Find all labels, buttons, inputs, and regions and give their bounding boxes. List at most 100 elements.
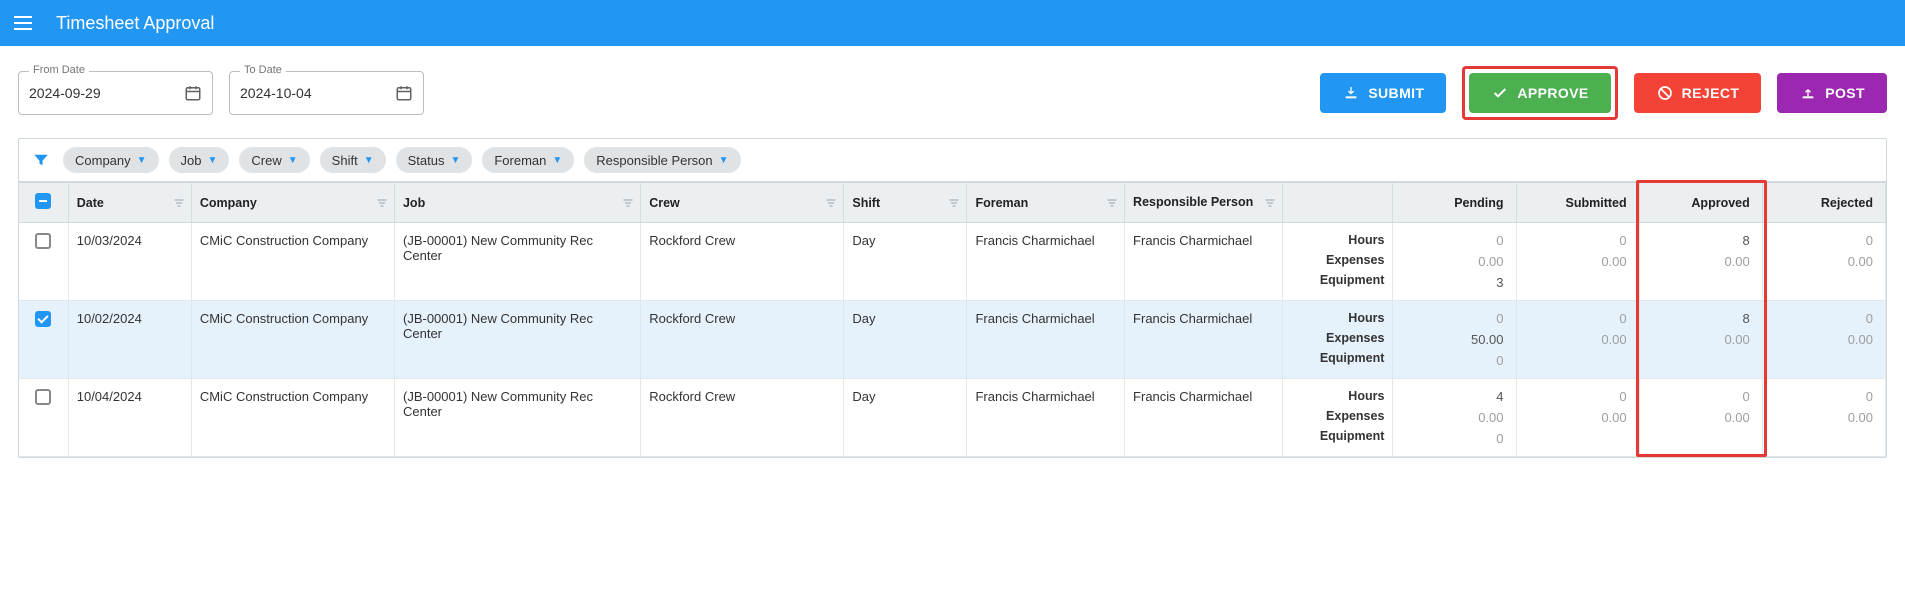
sort-icon [1106,197,1118,209]
chevron-down-icon: ▼ [288,155,298,166]
row-checkbox[interactable] [35,233,51,249]
chevron-down-icon: ▼ [364,155,374,166]
cell-shift: Day [844,301,967,379]
cell-foreman: Francis Charmichael [967,301,1125,379]
chip-status[interactable]: Status▼ [396,147,473,173]
col-company[interactable]: Company [191,183,394,223]
download-icon [1342,84,1360,102]
post-label: POST [1825,85,1865,101]
submit-button[interactable]: SUBMIT [1320,73,1446,113]
metric-cell: 80.00 [1639,301,1762,379]
from-date-input[interactable] [29,85,184,101]
row-checkbox[interactable] [35,311,51,327]
menu-button[interactable] [14,11,38,35]
to-date-field[interactable]: To Date [229,71,424,115]
row-checkbox-cell[interactable] [19,301,68,379]
metric-cell: 00.00 [1516,301,1639,379]
chevron-down-icon: ▼ [719,155,729,166]
chip-shift[interactable]: Shift▼ [320,147,386,173]
calendar-icon[interactable] [395,84,413,102]
table-row[interactable]: 10/02/2024CMiC Construction Company(JB-0… [19,301,1886,379]
upload-icon [1799,84,1817,102]
chevron-down-icon: ▼ [208,155,218,166]
sort-icon [948,197,960,209]
row-checkbox-cell[interactable] [19,379,68,457]
approve-label: APPROVE [1517,85,1588,101]
row-checkbox-cell[interactable] [19,223,68,301]
cell-job: (JB-00001) New Community Rec Center [394,379,640,457]
metric-labels-cell: HoursExpensesEquipment [1282,379,1393,457]
metric-cell: 00.00 [1516,223,1639,301]
col-foreman[interactable]: Foreman [967,183,1125,223]
chip-foreman[interactable]: Foreman▼ [482,147,574,173]
col-approved[interactable]: Approved [1639,183,1762,223]
chevron-down-icon: ▼ [450,155,460,166]
sort-icon [622,197,634,209]
metric-labels-cell: HoursExpensesEquipment [1282,223,1393,301]
chip-responsible[interactable]: Responsible Person▼ [584,147,740,173]
sort-icon [173,197,185,209]
col-rejected[interactable]: Rejected [1762,183,1885,223]
chip-company[interactable]: Company▼ [63,147,159,173]
table-row[interactable]: 10/03/2024CMiC Construction Company(JB-0… [19,223,1886,301]
metric-cell: 00.00 [1762,223,1885,301]
cell-foreman: Francis Charmichael [967,379,1125,457]
cell-responsible: Francis Charmichael [1125,379,1283,457]
from-date-field[interactable]: From Date [18,71,213,115]
approve-highlight: APPROVE [1462,66,1617,120]
metric-cell: 00.00 [1762,379,1885,457]
approve-button[interactable]: APPROVE [1469,73,1610,113]
cell-shift: Day [844,223,967,301]
to-date-label: To Date [240,64,286,76]
col-submitted[interactable]: Submitted [1516,183,1639,223]
reject-label: REJECT [1682,85,1740,101]
metric-cell: 00.00 [1516,379,1639,457]
sort-icon [1264,197,1276,209]
row-checkbox[interactable] [35,389,51,405]
metric-cell: 80.00 [1639,223,1762,301]
cell-company: CMiC Construction Company [191,379,394,457]
cell-crew: Rockford Crew [641,379,844,457]
to-date-input[interactable] [240,85,395,101]
cell-shift: Day [844,379,967,457]
filter-chip-row: Company▼ Job▼ Crew▼ Shift▼ Status▼ Forem… [19,139,1886,182]
col-shift[interactable]: Shift [844,183,967,223]
cell-responsible: Francis Charmichael [1125,301,1283,379]
cell-crew: Rockford Crew [641,223,844,301]
timesheet-table: Date Company Job Crew Shift Foreman Resp… [19,182,1886,457]
cell-job: (JB-00001) New Community Rec Center [394,223,640,301]
check-icon [1491,84,1509,102]
page-title: Timesheet Approval [56,13,214,34]
col-date[interactable]: Date [68,183,191,223]
chip-crew[interactable]: Crew▼ [239,147,309,173]
col-responsible[interactable]: Responsible Person [1125,183,1283,223]
content-area: From Date To Date SUBMIT [0,46,1905,468]
col-crew[interactable]: Crew [641,183,844,223]
from-date-label: From Date [29,64,89,76]
col-metric-labels [1282,183,1393,223]
cell-date: 10/03/2024 [68,223,191,301]
cancel-icon [1656,84,1674,102]
col-pending[interactable]: Pending [1393,183,1516,223]
cell-job: (JB-00001) New Community Rec Center [394,301,640,379]
filter-icon[interactable] [29,151,53,169]
calendar-icon[interactable] [184,84,202,102]
table-row[interactable]: 10/04/2024CMiC Construction Company(JB-0… [19,379,1886,457]
toolbar: From Date To Date SUBMIT [18,66,1887,120]
metric-cell: 00.00 [1639,379,1762,457]
metric-cell: 00.003 [1393,223,1516,301]
col-job[interactable]: Job [394,183,640,223]
cell-company: CMiC Construction Company [191,223,394,301]
sort-icon [376,197,388,209]
post-button[interactable]: POST [1777,73,1887,113]
reject-button[interactable]: REJECT [1634,73,1762,113]
metric-cell: 00.00 [1762,301,1885,379]
metric-cell: 050.000 [1393,301,1516,379]
cell-responsible: Francis Charmichael [1125,223,1283,301]
header-select-all[interactable] [19,183,68,223]
chip-job[interactable]: Job▼ [169,147,230,173]
cell-company: CMiC Construction Company [191,301,394,379]
cell-foreman: Francis Charmichael [967,223,1125,301]
submit-label: SUBMIT [1368,85,1424,101]
chevron-down-icon: ▼ [137,155,147,166]
